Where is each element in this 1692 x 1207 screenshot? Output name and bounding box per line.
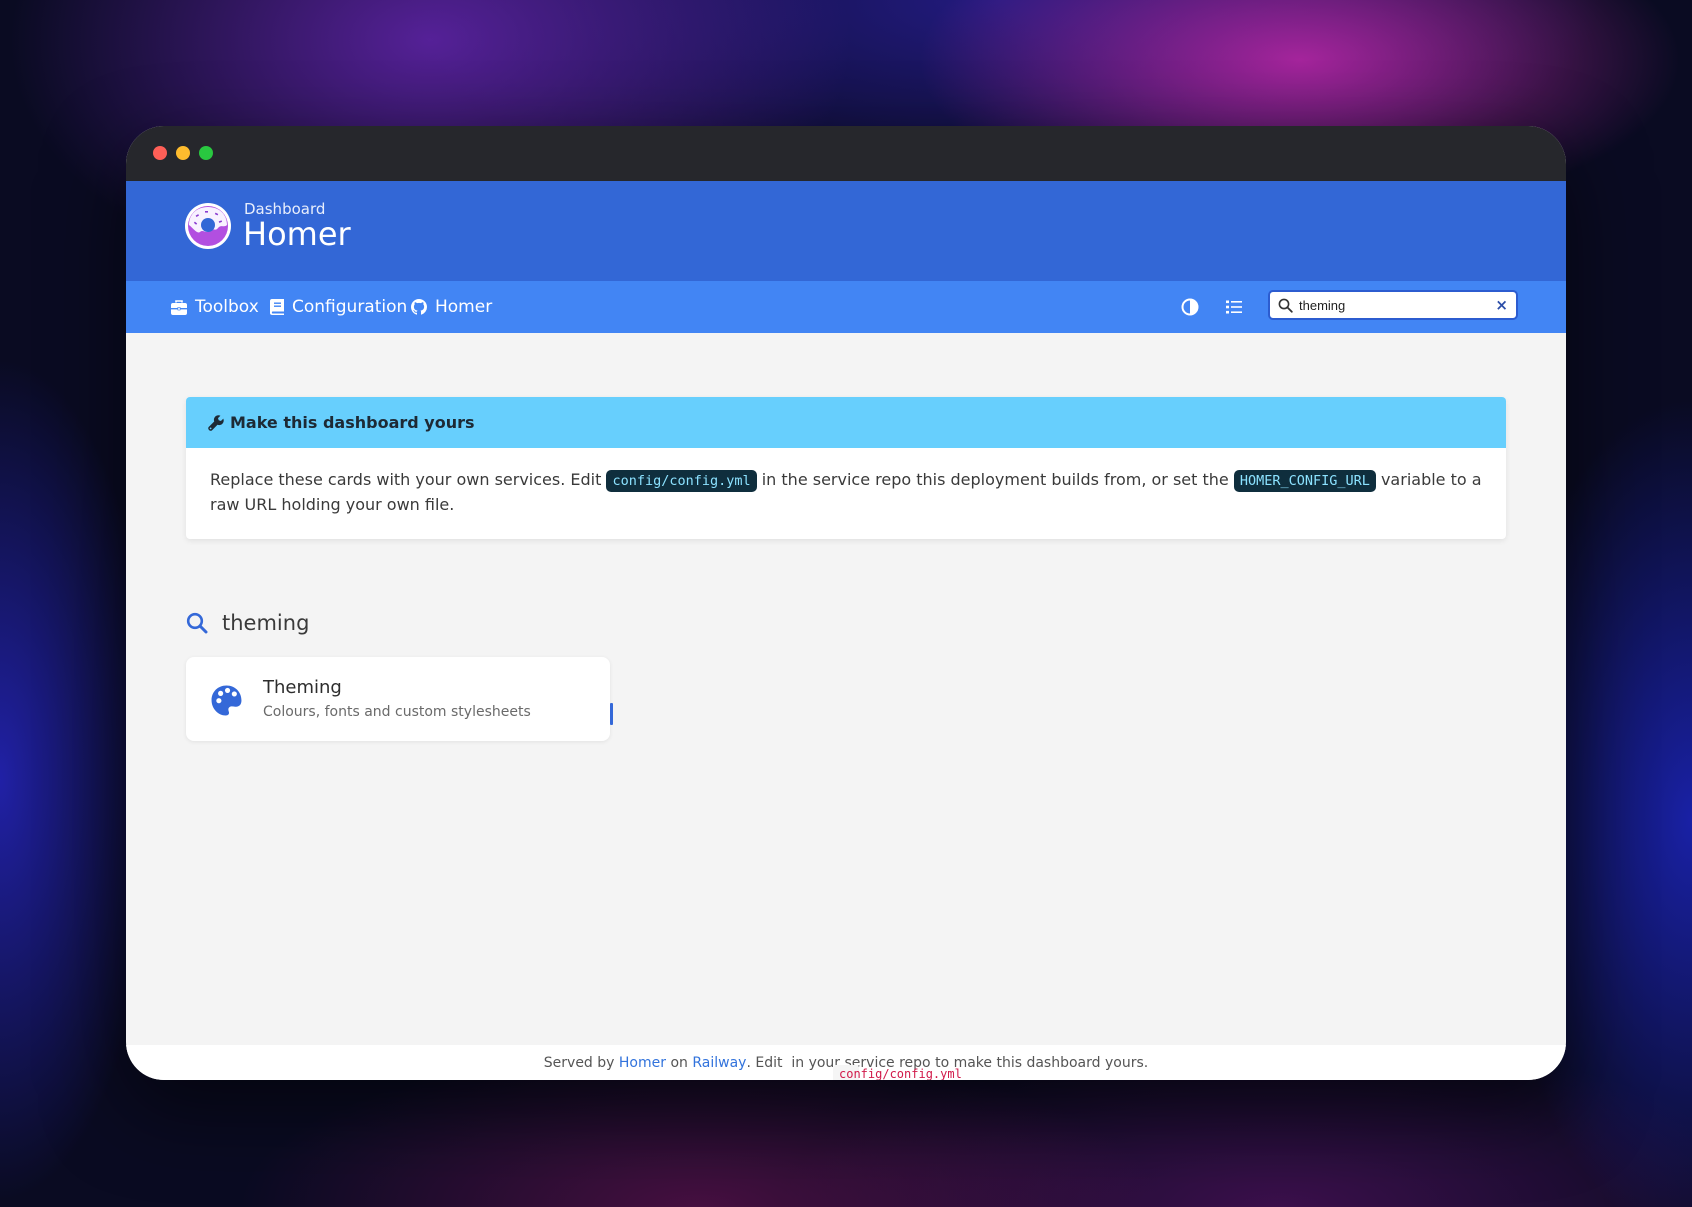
card-accent-bar — [610, 703, 613, 725]
nav-link-label: Homer — [435, 297, 493, 317]
header-title: Homer — [243, 215, 351, 253]
info-message: Make this dashboard yours Replace these … — [186, 397, 1506, 539]
config-url-variable-code: HOMER_CONFIG_URL — [1233, 470, 1376, 492]
search-query-text: theming — [222, 611, 310, 635]
nav-link-label: Configuration — [292, 297, 408, 317]
list-icon[interactable] — [1224, 297, 1244, 317]
footer-text: . Edit — [746, 1054, 787, 1071]
footer-text: on — [666, 1054, 693, 1071]
message-title: Make this dashboard yours — [230, 413, 475, 432]
footer-text: Served by — [543, 1054, 619, 1071]
message-header: Make this dashboard yours — [186, 397, 1506, 448]
dashboard-header: Dashboard Homer — [126, 181, 1566, 281]
footer: Served by Homer on Railway . Edit config… — [126, 1045, 1566, 1080]
search-box[interactable]: × — [1268, 290, 1518, 320]
service-card-theming[interactable]: Theming Colours, fonts and custom styles… — [186, 657, 610, 741]
config-path-code: config/config.yml — [606, 470, 757, 492]
wrench-icon — [208, 414, 224, 431]
footer-homer-link[interactable]: Homer — [619, 1055, 666, 1071]
nav-link-toolbox[interactable]: Toolbox — [171, 281, 259, 333]
search-query-heading: theming — [186, 603, 309, 643]
toolbox-icon — [171, 299, 187, 315]
nav-link-homer[interactable]: Homer — [411, 281, 492, 333]
search-input[interactable] — [1299, 295, 1484, 315]
minimize-window-button[interactable] — [176, 146, 190, 160]
clear-search-button[interactable]: × — [1495, 295, 1508, 315]
book-icon — [270, 299, 284, 315]
nav-link-label: Toolbox — [195, 297, 259, 317]
search-icon — [186, 612, 208, 634]
search-icon — [1278, 298, 1293, 313]
card-subtitle: Colours, fonts and custom stylesheets — [263, 704, 531, 720]
footer-railway-link[interactable]: Railway — [692, 1055, 746, 1071]
contrast-icon[interactable] — [1180, 297, 1200, 317]
footer-config-code: config/config.yml — [833, 1065, 962, 1080]
close-window-button[interactable] — [153, 146, 167, 160]
maximize-window-button[interactable] — [199, 146, 213, 160]
browser-window: Dashboard Homer Toolbox Configuration Ho… — [126, 126, 1566, 1080]
message-text: in the service repo this deployment buil… — [756, 470, 1234, 489]
github-icon — [411, 299, 427, 315]
main-content: Make this dashboard yours Replace these … — [126, 333, 1566, 1055]
donut-logo-icon — [185, 203, 231, 249]
palette-icon — [211, 685, 242, 716]
title-bar — [126, 126, 1566, 181]
card-title: Theming — [263, 677, 342, 698]
nav-link-configuration[interactable]: Configuration — [270, 281, 407, 333]
message-body: Replace these cards with your own servic… — [186, 448, 1506, 539]
navbar: Toolbox Configuration Homer theming × — [126, 281, 1566, 333]
message-text: Replace these cards with your own servic… — [210, 470, 607, 489]
